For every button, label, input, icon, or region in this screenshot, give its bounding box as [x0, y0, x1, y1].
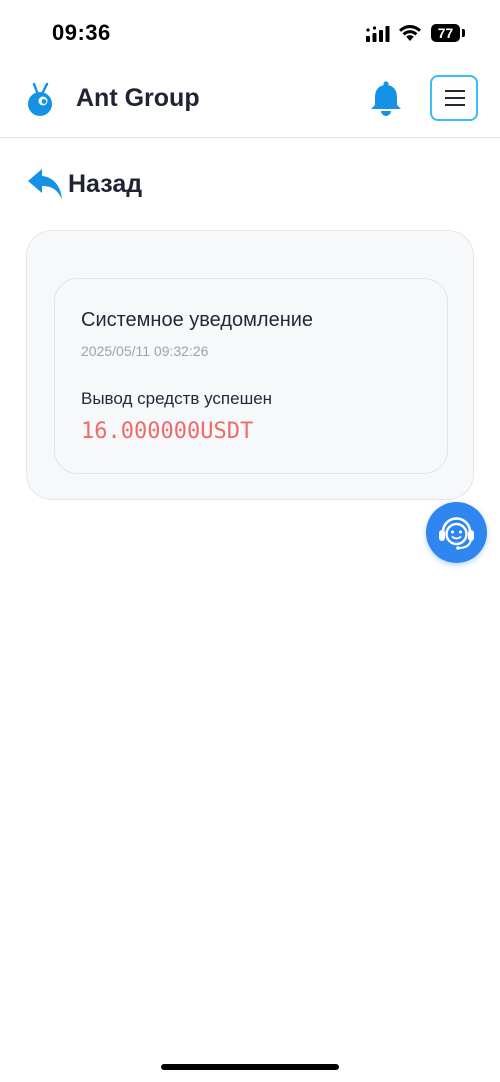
notification-message: Вывод средств успешен: [81, 389, 273, 408]
customer-support-icon: [439, 517, 474, 550]
cellular-signal-icon: [366, 26, 390, 42]
back-arrow-icon: [28, 169, 62, 199]
menu-button[interactable]: [430, 75, 478, 121]
app-header: Ant Group: [0, 66, 500, 138]
wifi-icon: [399, 25, 421, 41]
battery-indicator: 77: [431, 24, 460, 42]
hamburger-menu-icon: [445, 104, 465, 106]
ant-logo-icon: [28, 82, 52, 116]
customer-support-button[interactable]: [426, 502, 487, 563]
bell-icon[interactable]: [368, 80, 404, 118]
notification-timestamp: 2025/05/11 09:32:26: [81, 343, 209, 359]
notification-amount: 16.000000USDT: [81, 419, 254, 444]
battery-cap: [462, 29, 465, 37]
hamburger-menu-icon: [445, 97, 465, 99]
app-title: Ant Group: [76, 84, 200, 112]
home-indicator: [161, 1064, 339, 1070]
notification-container: Системное уведомление 2025/05/11 09:32:2…: [26, 230, 474, 500]
hamburger-menu-icon: [445, 90, 465, 92]
status-time: 09:36: [52, 20, 111, 45]
back-label: Назад: [68, 169, 143, 198]
status-bar: 09:36 77: [0, 0, 500, 66]
notification-card[interactable]: Системное уведомление 2025/05/11 09:32:2…: [54, 278, 448, 474]
notification-title: Системное уведомление: [81, 309, 314, 331]
back-button[interactable]: Назад: [26, 166, 142, 202]
